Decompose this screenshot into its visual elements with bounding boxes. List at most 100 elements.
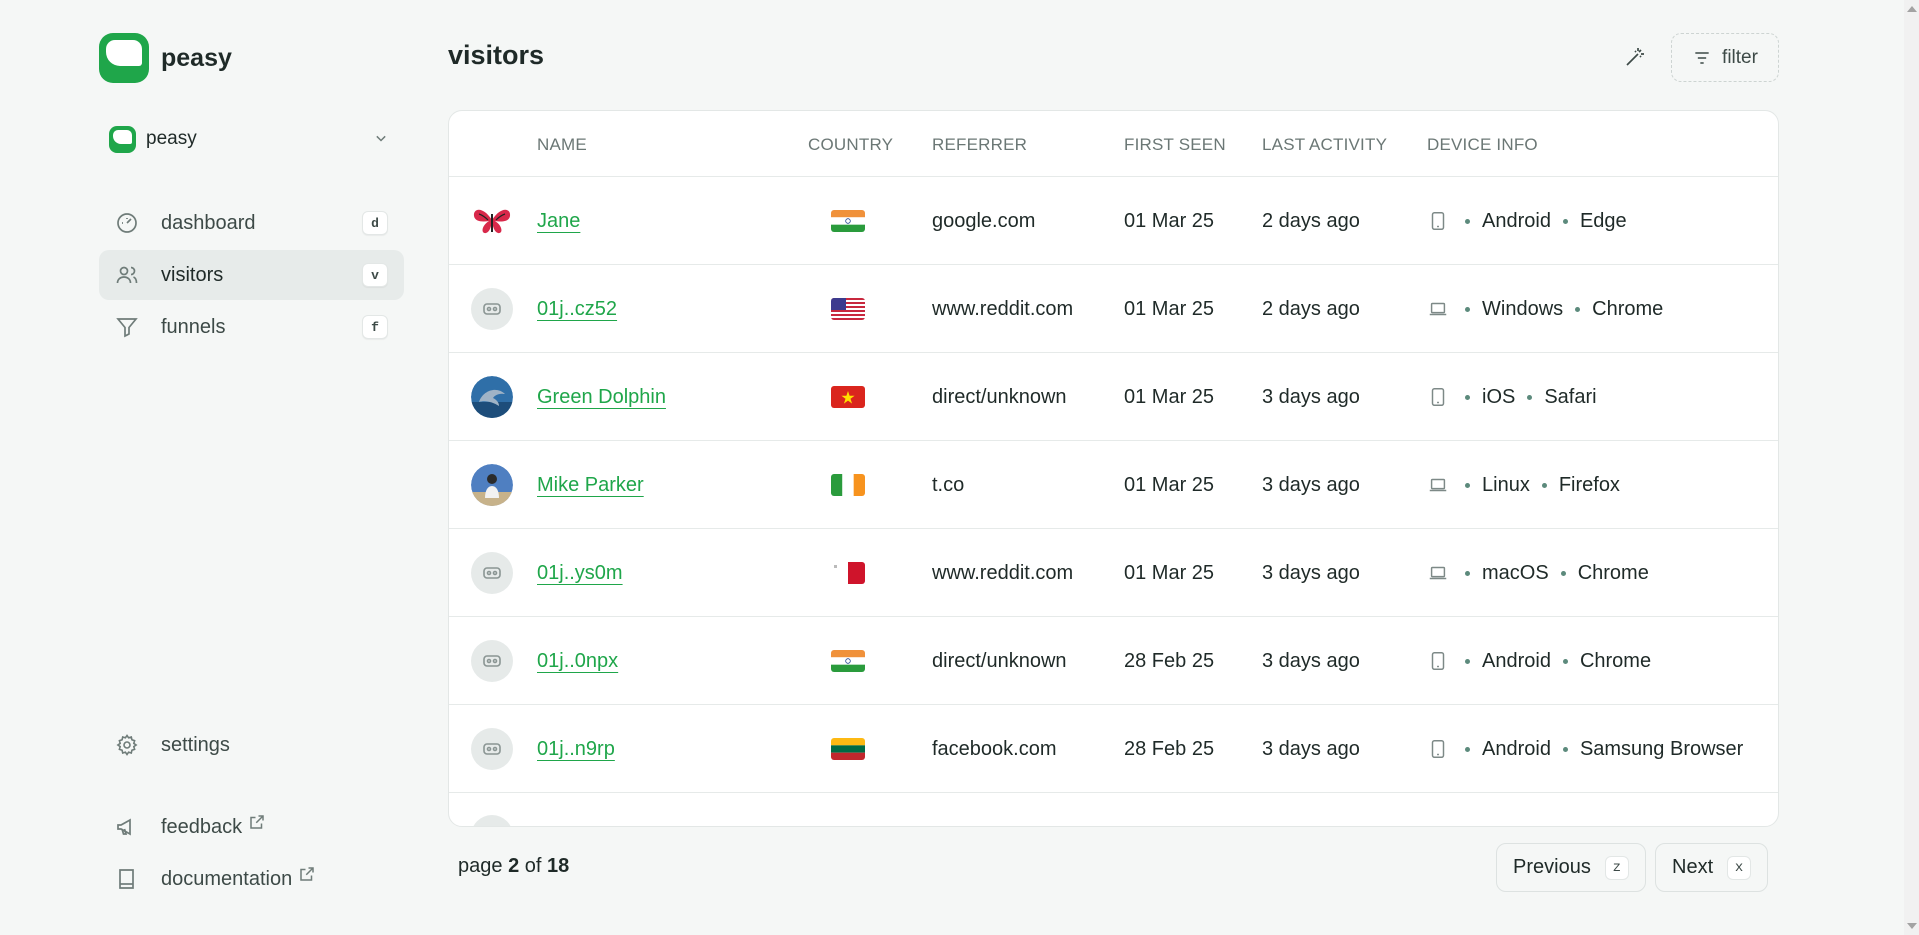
avatar [471, 200, 513, 242]
table-row[interactable]: 01j..ys0m www.reddit.com 01 Mar 25 3 day… [449, 529, 1778, 617]
device-browser: Chrome [1577, 561, 1649, 584]
column-header-name[interactable]: NAME [537, 135, 587, 155]
sidebar-nav: dashboard d visitors v funnels f [99, 198, 404, 354]
last-activity: 2 days ago [1262, 209, 1360, 232]
table-row[interactable]: 01j..0npx direct/unknown 28 Feb 25 3 day… [449, 617, 1778, 705]
table-header: NAME COUNTRY REFERRER FIRST SEEN LAST AC… [449, 111, 1778, 177]
filter-button[interactable]: filter [1671, 33, 1779, 82]
shortcut-badge: f [362, 315, 388, 339]
anonymous-avatar [471, 640, 513, 682]
first-seen: 01 Mar 25 [1124, 385, 1215, 408]
laptop-icon [1429, 566, 1447, 580]
sidebar-item-feedback[interactable]: feedback [99, 802, 404, 852]
sidebar-item-label: dashboard [161, 211, 256, 234]
device-os: Android [1482, 209, 1551, 232]
device-os: iOS [1482, 385, 1516, 408]
page-scrollbar[interactable] [1904, 0, 1919, 935]
last-activity: 3 days ago [1262, 737, 1360, 760]
visitor-name-link[interactable]: Jane [537, 210, 580, 233]
column-header-referrer[interactable]: REFERRER [932, 135, 1027, 155]
sidebar-item-dashboard[interactable]: dashboard d [99, 198, 404, 248]
brand-name: peasy [161, 43, 232, 72]
previous-label: Previous [1513, 856, 1591, 878]
sidebar-item-documentation[interactable]: documentation [99, 854, 404, 904]
book-icon [119, 869, 134, 889]
scroll-down-arrow-icon[interactable] [1907, 923, 1917, 929]
sidebar-item-label: funnels [161, 315, 226, 338]
device-browser: Edge [1579, 209, 1627, 232]
avatar [471, 376, 513, 418]
mobile-icon [1431, 652, 1445, 670]
device-os: Linux [1482, 473, 1530, 496]
visitor-name-link[interactable]: 01j..ys0m [537, 562, 623, 585]
page-indicator: page 2 of 18 [458, 855, 569, 878]
referrer: direct/unknown [932, 649, 1067, 672]
shortcut-badge: z [1604, 855, 1629, 880]
project-logo-icon [109, 125, 136, 153]
country-flag-icon [831, 386, 865, 408]
device-os: Android [1482, 737, 1551, 760]
total-pages: 18 [547, 855, 570, 877]
project-name: peasy [146, 128, 197, 149]
brand[interactable]: peasy [99, 33, 232, 83]
referrer: facebook.com [932, 737, 1057, 760]
separator-dot [1465, 218, 1470, 224]
table-row[interactable]: Jane google.com 01 Mar 25 2 days ago And… [449, 177, 1778, 265]
sidebar-item-label: visitors [161, 263, 224, 286]
sidebar-item-funnels[interactable]: funnels f [99, 302, 404, 352]
scroll-up-arrow-icon[interactable] [1907, 6, 1917, 12]
next-button[interactable]: Next x [1655, 843, 1769, 892]
shortcut-badge: v [362, 263, 388, 287]
column-header-device-info[interactable]: DEVICE INFO [1427, 135, 1538, 155]
table-row[interactable]: 01j..n9rp facebook.com 28 Feb 25 3 days … [449, 705, 1778, 793]
device-browser: Chrome [1579, 649, 1652, 672]
sidebar-item-label: documentation [161, 867, 293, 890]
sidebar-item-settings[interactable]: settings [99, 720, 404, 770]
visitor-name-link[interactable]: 01j..0npx [537, 650, 618, 673]
settings-nav: settings [99, 720, 404, 772]
external-link-icon [250, 815, 264, 829]
separator-dot [1562, 658, 1568, 664]
project-selector[interactable]: peasy [109, 124, 391, 154]
shortcut-badge: x [1727, 855, 1752, 880]
current-page: 2 [508, 855, 520, 877]
first-seen: 28 Feb 25 [1124, 737, 1215, 760]
device-info: Android Chrome [1427, 617, 1651, 705]
sidebar-item-label: settings [161, 733, 230, 756]
mobile-icon [1431, 740, 1445, 758]
first-seen: 01 Mar 25 [1124, 473, 1215, 496]
separator-dot [1562, 218, 1568, 224]
page-title: visitors [448, 40, 545, 70]
anonymous-avatar [471, 728, 513, 770]
sidebar-item-visitors[interactable]: visitors v [99, 250, 404, 300]
visitor-name-link[interactable]: 01j..n9rp [537, 738, 615, 761]
last-activity: 3 days ago [1262, 561, 1360, 584]
previous-button[interactable]: Previous z [1496, 843, 1646, 892]
table-body: Jane google.com 01 Mar 25 2 days ago And… [449, 177, 1778, 793]
country-flag-icon [831, 298, 865, 320]
column-header-country[interactable]: COUNTRY [808, 135, 893, 155]
avatar [471, 464, 513, 506]
device-browser: Chrome [1592, 297, 1664, 320]
table-row[interactable]: 01j..cz52 www.reddit.com 01 Mar 25 2 day… [449, 265, 1778, 353]
magic-wand-icon[interactable] [1623, 45, 1647, 69]
column-header-last-activity[interactable]: LAST ACTIVITY [1262, 135, 1387, 155]
last-activity: 2 days ago [1262, 297, 1360, 320]
column-header-first-seen[interactable]: FIRST SEEN [1124, 135, 1226, 155]
anonymous-avatar [471, 815, 513, 826]
separator-dot [1575, 306, 1581, 312]
first-seen: 01 Mar 25 [1124, 209, 1215, 232]
device-browser: Samsung Browser [1579, 737, 1744, 760]
laptop-icon [1429, 302, 1447, 316]
gear-icon [116, 734, 138, 756]
table-row[interactable]: Green Dolphin direct/unknown 01 Mar 25 3… [449, 353, 1778, 441]
device-browser: Firefox [1558, 473, 1620, 496]
laptop-icon [1429, 478, 1447, 492]
visitor-name-link[interactable]: Mike Parker [537, 474, 644, 497]
megaphone-icon [117, 818, 131, 836]
visitor-name-link[interactable]: 01j..cz52 [537, 298, 617, 321]
referrer: www.reddit.com [932, 561, 1074, 584]
separator-dot [1562, 746, 1568, 752]
table-row[interactable]: Mike Parker t.co 01 Mar 25 3 days ago Li… [449, 441, 1778, 529]
visitor-name-link[interactable]: Green Dolphin [537, 386, 666, 409]
